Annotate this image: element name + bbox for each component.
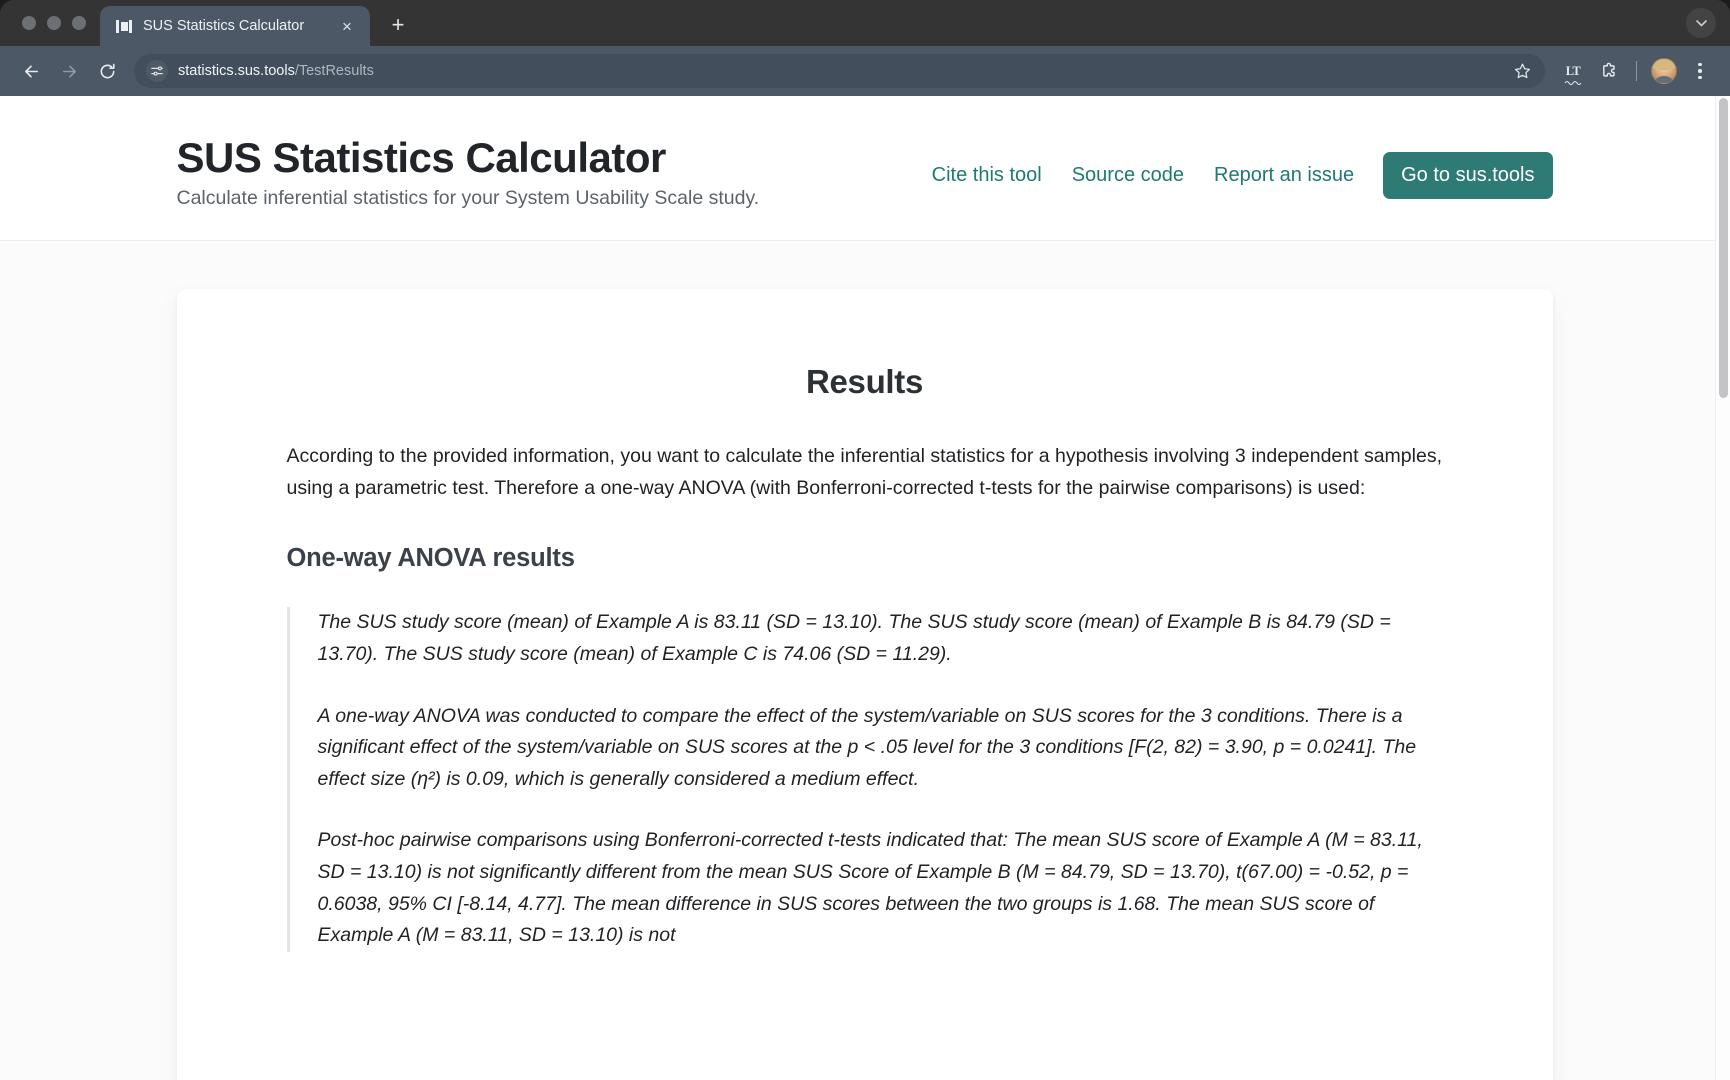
site-settings-icon[interactable] [146,60,168,82]
content-wrapper: Results According to the provided inform… [163,241,1553,1080]
page-scrollbar[interactable] [1715,96,1730,1080]
close-tab-icon[interactable]: × [336,15,358,37]
site-header: SUS Statistics Calculator Calculate infe… [0,96,1715,242]
address-bar[interactable]: statistics.sus.tools/TestResults [134,54,1545,88]
nav-link-report-an-issue[interactable]: Report an issue [1199,156,1369,195]
url-text: statistics.sus.tools/TestResults [178,63,1499,79]
new-tab-button[interactable]: + [380,7,416,43]
tab-strip: SUS Statistics Calculator × + [0,0,1730,46]
blockquote-paragraph: Post-hoc pairwise comparisons using Bonf… [317,829,1423,947]
languagetool-extension-icon[interactable]: LT [1557,55,1589,87]
url-domain: statistics.sus.tools [178,63,295,79]
tabstrip-right-controls [1686,0,1730,46]
chevron-down-icon[interactable] [1686,8,1716,38]
forward-button[interactable] [52,54,86,88]
film-strip-icon [116,19,133,33]
site-branding: SUS Statistics Calculator Calculate infe… [177,134,760,210]
page-subtitle: Calculate inferential statistics for you… [176,187,760,210]
back-button[interactable] [14,54,48,88]
toolbar-divider [1636,61,1637,81]
results-card: Results According to the provided inform… [176,289,1553,1080]
browser-toolbar: statistics.sus.tools/TestResults LT [0,46,1730,96]
browser-window: SUS Statistics Calculator × + statistics… [0,0,1730,1080]
results-heading: Results [805,363,924,401]
browser-tab[interactable]: SUS Statistics Calculator × [100,6,370,46]
reload-button[interactable] [90,54,124,88]
blockquote-paragraph: The SUS study score (mean) of Example A … [317,611,1391,666]
blockquote-paragraph: A one-way ANOVA was conducted to compare… [317,704,1417,790]
three-dot-menu-icon [1698,62,1702,80]
close-window-button[interactable] [22,16,36,30]
results-intro-paragraph: According to the provided information, y… [286,445,1443,499]
go-to-sus-tools-button[interactable]: Go to sus.tools [1383,152,1553,199]
anova-results-heading: One-way ANOVA results [286,544,575,573]
page-viewport: SUS Statistics Calculator Calculate infe… [0,96,1730,1080]
profile-avatar-button[interactable] [1648,55,1680,87]
window-traffic-lights [14,0,100,46]
languagetool-label: LT [1565,63,1581,78]
avatar [1651,58,1677,84]
page-title: SUS Statistics Calculator [176,134,667,181]
nav-link-source-code[interactable]: Source code [1057,156,1199,195]
minimize-window-button[interactable] [47,16,61,30]
browser-menu-button[interactable] [1684,55,1716,87]
extensions-puzzle-icon[interactable] [1593,55,1625,87]
page-scroll-area: SUS Statistics Calculator Calculate infe… [0,96,1715,1080]
scrollbar-thumb[interactable] [1719,98,1728,398]
maximize-window-button[interactable] [72,16,86,30]
url-path: /TestResults [294,63,374,79]
tab-title: SUS Statistics Calculator [143,18,305,34]
site-nav: Cite this tool Source code Report an iss… [917,134,1553,199]
nav-link-cite-this-tool[interactable]: Cite this tool [917,156,1057,195]
bookmark-star-icon[interactable] [1509,58,1535,84]
anova-results-blockquote: The SUS study score (mean) of Example A … [286,607,1443,952]
